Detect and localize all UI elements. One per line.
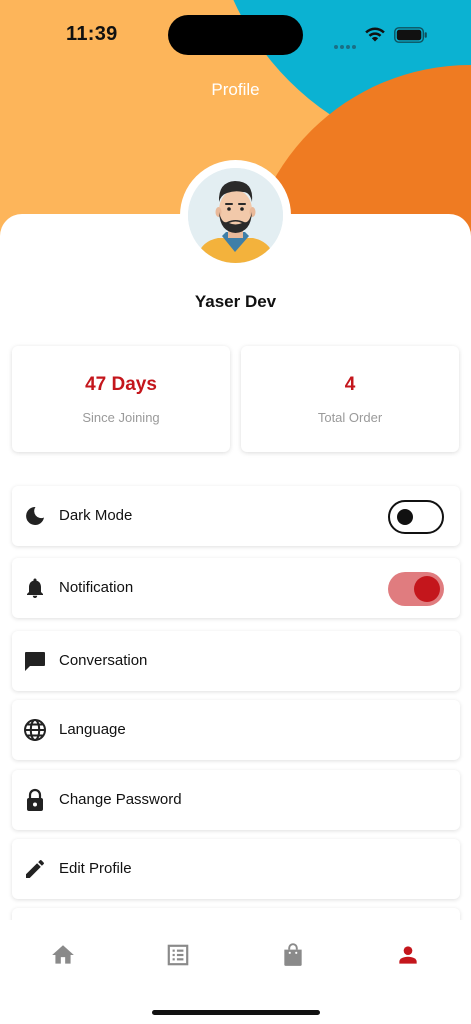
chat-icon — [25, 652, 45, 671]
menu-label: Edit Profile — [59, 860, 132, 877]
person-icon[interactable] — [395, 942, 421, 968]
stat-card-orders[interactable]: 4 Total Order — [241, 346, 459, 452]
menu-label: Dark Mode — [59, 507, 133, 524]
cellular-signal-icon — [334, 36, 358, 49]
notification-toggle[interactable] — [388, 572, 444, 606]
stat-value: 4 — [344, 374, 356, 395]
menu-label: Language — [59, 721, 126, 738]
status-time: 11:39 — [66, 23, 118, 45]
pencil-icon — [26, 860, 44, 878]
toggle-knob — [397, 509, 413, 525]
menu-label: Change Password — [59, 791, 182, 808]
status-bar: 11:39 — [0, 0, 471, 70]
page-title: Profile — [211, 80, 260, 99]
home-indicator — [152, 1010, 320, 1015]
stat-value: 47 Days — [85, 374, 157, 395]
moon-icon — [26, 506, 44, 525]
toggle-knob — [414, 576, 440, 602]
menu-item-notification[interactable]: Notification — [12, 558, 460, 618]
avatar-illustration — [188, 168, 283, 263]
lock-icon — [27, 788, 43, 811]
menu-item-conversation[interactable]: Conversation — [12, 631, 460, 691]
bottom-navigation — [0, 920, 471, 1024]
menu-label: Notification — [59, 579, 134, 596]
battery-icon — [394, 27, 427, 43]
menu-item-change-password[interactable]: Change Password — [12, 770, 460, 830]
home-icon[interactable] — [50, 942, 76, 968]
stat-label: Since Joining — [82, 410, 160, 425]
orders-list-icon[interactable] — [165, 942, 191, 968]
wifi-icon — [365, 27, 385, 42]
avatar[interactable] — [188, 168, 283, 263]
globe-icon — [24, 719, 46, 741]
menu-item-dark-mode[interactable]: Dark Mode — [12, 486, 460, 546]
shopping-bag-icon[interactable] — [280, 942, 306, 968]
menu-label: Conversation — [59, 652, 148, 669]
stat-label: Total Order — [317, 410, 383, 425]
menu-item-language[interactable]: Language — [12, 700, 460, 760]
menu-item-edit-profile[interactable]: Edit Profile — [12, 839, 460, 899]
dark-mode-toggle[interactable] — [388, 500, 444, 534]
stat-card-days: 47 Days Since Joining — [12, 346, 230, 452]
dynamic-island — [168, 15, 303, 55]
bell-icon — [27, 578, 43, 598]
content-card — [0, 214, 471, 1024]
user-name: Yaser Dev — [194, 292, 277, 311]
